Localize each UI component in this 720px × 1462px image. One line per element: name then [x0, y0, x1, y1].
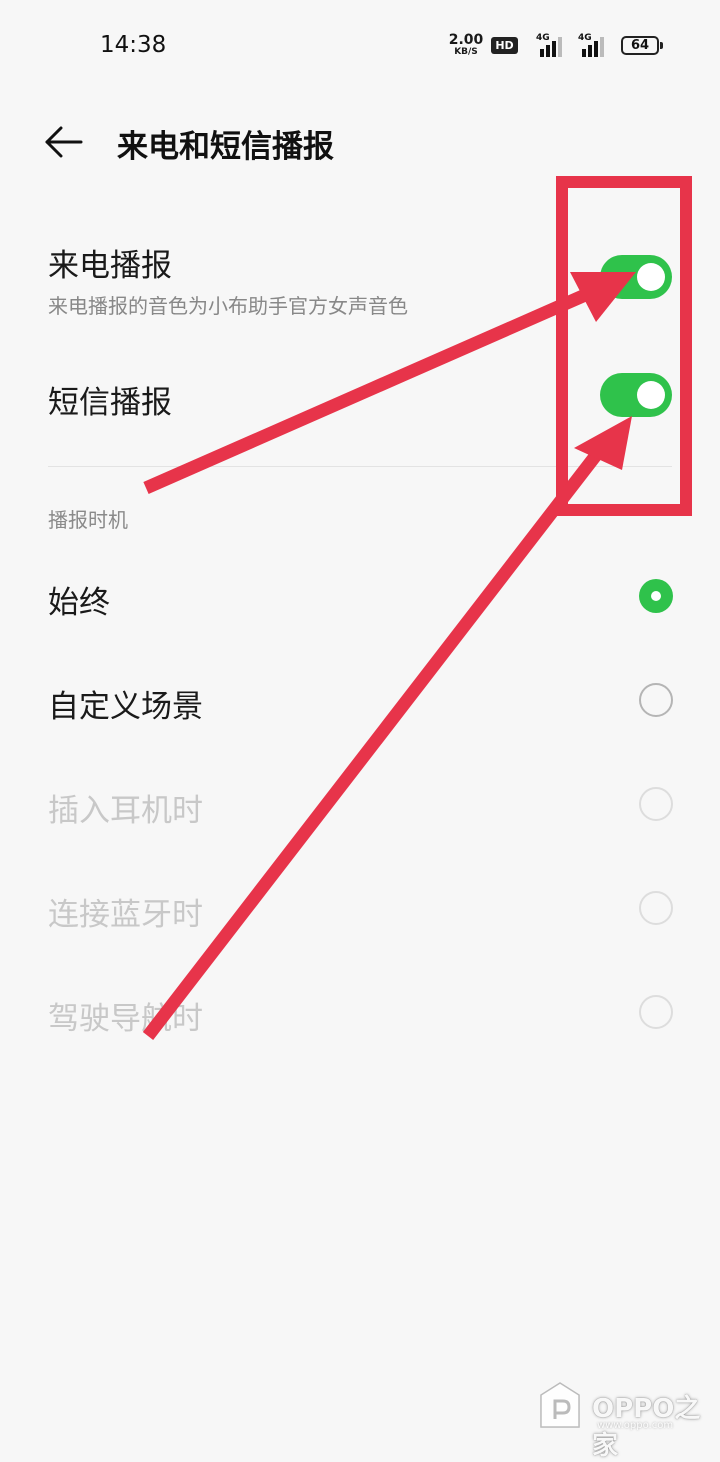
arrow-left-icon: [45, 126, 83, 158]
status-time: 14:38: [100, 32, 167, 58]
timing-option-bluetooth-label: 连接蓝牙时: [48, 897, 203, 933]
back-button[interactable]: [44, 124, 84, 160]
watermark-url: www.oppo.com: [597, 1420, 674, 1431]
timing-option-label: 自定义场景: [48, 689, 203, 725]
network-speed-unit: KB/S: [454, 47, 478, 57]
battery-level: 64: [630, 38, 650, 53]
timing-option-label: 始终: [48, 585, 110, 621]
signal-sim2-icon: 4G: [578, 33, 608, 57]
network-speed-value: 2.00: [448, 32, 484, 48]
watermark-logo-icon: [540, 1382, 580, 1428]
sim1-network-type: 4G: [536, 33, 550, 43]
annotation-highlight-box: [556, 176, 692, 516]
signal-sim1-icon: 4G: [536, 33, 566, 57]
timing-option-headphones-label: 插入耳机时: [48, 793, 203, 829]
call-announce-label: 来电播报: [48, 248, 172, 284]
radio-disabled: [639, 891, 673, 925]
radio-disabled: [639, 787, 673, 821]
sms-announce-label: 短信播报: [48, 385, 172, 421]
sim2-network-type: 4G: [578, 33, 592, 43]
network-speed: 2.00 KB/S: [448, 33, 484, 57]
radio-disabled: [639, 995, 673, 1029]
radio-selected[interactable]: [639, 579, 673, 613]
hd-badge: HD: [491, 37, 518, 54]
battery-tip: [660, 42, 663, 49]
call-announce-description: 来电播报的音色为小布助手官方女声音色: [48, 294, 408, 318]
section-label-timing: 播报时机: [48, 508, 128, 532]
timing-option-driving-label: 驾驶导航时: [48, 1001, 203, 1037]
battery-icon: 64: [621, 36, 659, 55]
radio-unselected[interactable]: [639, 683, 673, 717]
page-title: 来电和短信播报: [117, 129, 334, 165]
